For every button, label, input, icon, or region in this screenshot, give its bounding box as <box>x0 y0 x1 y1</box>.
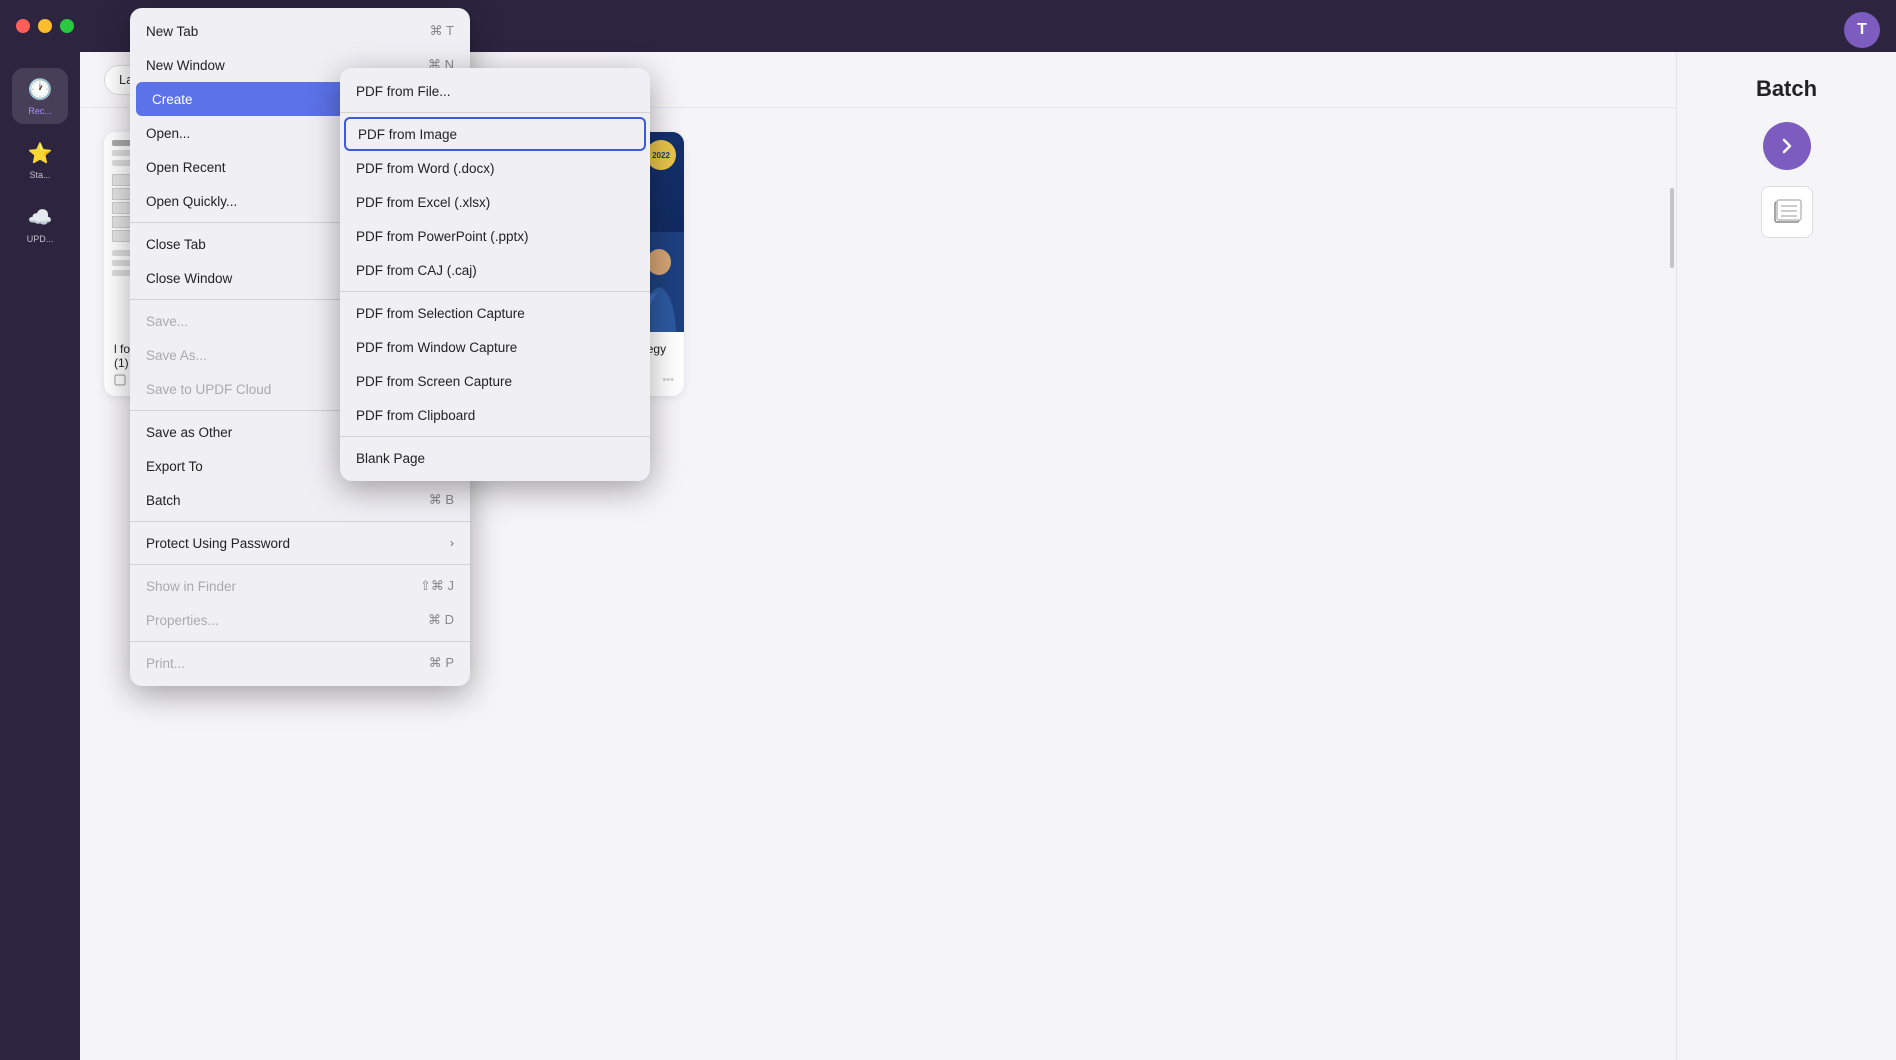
batch-arrow-button[interactable] <box>1763 122 1811 170</box>
scrollbar-thumb <box>1670 188 1674 268</box>
menu-label-batch: Batch <box>146 493 181 508</box>
menu-label-new-tab: New Tab <box>146 24 198 39</box>
menu-shortcut-properties: ⌘ D <box>428 612 454 628</box>
submenu-label-pdf-from-caj: PDF from CAJ (.caj) <box>356 263 477 278</box>
submenu-label-pdf-from-screen: PDF from Screen Capture <box>356 374 512 389</box>
sidebar-item-starred[interactable]: ⭐ Sta... <box>12 132 68 188</box>
menu-divider-6 <box>130 641 470 642</box>
submenu-pdf-from-excel[interactable]: PDF from Excel (.xlsx) <box>340 185 650 219</box>
menu-shortcut-new-tab: ⌘ T <box>430 23 454 39</box>
submenu-label-pdf-from-powerpoint: PDF from PowerPoint (.pptx) <box>356 229 529 244</box>
menu-label-save-as-other: Save as Other <box>146 425 232 440</box>
submenu-label-pdf-from-file: PDF from File... <box>356 84 451 99</box>
menu-item-properties: Properties... ⌘ D <box>130 603 470 637</box>
submenu-pdf-from-window[interactable]: PDF from Window Capture <box>340 330 650 364</box>
menu-shortcut-batch: ⌘ B <box>429 492 454 508</box>
traffic-lights <box>16 19 74 33</box>
submenu-pdf-from-word[interactable]: PDF from Word (.docx) <box>340 151 650 185</box>
submenu-pdf-from-powerpoint[interactable]: PDF from PowerPoint (.pptx) <box>340 219 650 253</box>
cloud-icon: ☁️ <box>28 205 53 230</box>
menu-label-close-window: Close Window <box>146 271 232 286</box>
menu-label-close-tab: Close Tab <box>146 237 206 252</box>
submenu-label-pdf-from-selection: PDF from Selection Capture <box>356 306 525 321</box>
submenu-blank-page[interactable]: Blank Page <box>340 441 650 475</box>
menu-label-show-finder: Show in Finder <box>146 579 236 594</box>
submenu-pdf-from-caj[interactable]: PDF from CAJ (.caj) <box>340 253 650 287</box>
scrollbar[interactable] <box>1668 168 1676 1060</box>
menu-item-protect-password[interactable]: Protect Using Password › <box>130 526 470 560</box>
minimize-button[interactable] <box>38 19 52 33</box>
batch-title: Batch <box>1756 76 1817 102</box>
sidebar-cloud-label: UPD... <box>27 234 54 244</box>
menu-item-print: Print... ⌘ P <box>130 646 470 680</box>
submenu-divider-1 <box>340 112 650 113</box>
sidebar-item-recent[interactable]: 🕐 Rec... <box>12 68 68 124</box>
menu-label-print: Print... <box>146 656 185 671</box>
menu-item-show-finder: Show in Finder ⇧⌘ J <box>130 569 470 603</box>
submenu-create: PDF from File... PDF from Image PDF from… <box>340 68 650 481</box>
submenu-label-pdf-from-window: PDF from Window Capture <box>356 340 517 355</box>
submenu-label-pdf-from-image: PDF from Image <box>358 127 457 142</box>
recent-icon: 🕐 <box>28 77 53 102</box>
menu-label-save-updf-cloud: Save to UPDF Cloud <box>146 382 271 397</box>
avatar[interactable]: T <box>1844 12 1880 48</box>
submenu-divider-2 <box>340 291 650 292</box>
menu-label-properties: Properties... <box>146 613 219 628</box>
menu-divider-5 <box>130 564 470 565</box>
menu-shortcut-print: ⌘ P <box>429 655 454 671</box>
menu-label-open-quickly: Open Quickly... <box>146 194 237 209</box>
menu-shortcut-show-finder: ⇧⌘ J <box>420 578 454 594</box>
menu-label-save-as: Save As... <box>146 348 207 363</box>
submenu-label-pdf-from-clipboard: PDF from Clipboard <box>356 408 475 423</box>
menu-label-open: Open... <box>146 126 190 141</box>
close-button[interactable] <box>16 19 30 33</box>
submenu-pdf-from-screen[interactable]: PDF from Screen Capture <box>340 364 650 398</box>
menu-label-create: Create <box>152 92 193 107</box>
menu-divider-4 <box>130 521 470 522</box>
submenu-label-blank-page: Blank Page <box>356 451 425 466</box>
sidebar-recent-label: Rec... <box>28 106 52 116</box>
menu-label-export-to: Export To <box>146 459 203 474</box>
maximize-button[interactable] <box>60 19 74 33</box>
submenu-pdf-from-file[interactable]: PDF from File... <box>340 74 650 108</box>
submenu-divider-3 <box>340 436 650 437</box>
sidebar-item-cloud[interactable]: ☁️ UPD... <box>12 196 68 252</box>
submenu-pdf-from-clipboard[interactable]: PDF from Clipboard <box>340 398 650 432</box>
submenu-pdf-from-image[interactable]: PDF from Image <box>344 117 646 151</box>
menu-arrow-protect-password: › <box>450 536 454 550</box>
submenu-pdf-from-selection[interactable]: PDF from Selection Capture <box>340 296 650 330</box>
menu-label-protect-password: Protect Using Password <box>146 536 290 551</box>
starred-icon: ⭐ <box>28 141 53 166</box>
submenu-label-pdf-from-excel: PDF from Excel (.xlsx) <box>356 195 490 210</box>
batch-stack-icon <box>1761 186 1813 238</box>
menu-label-new-window: New Window <box>146 58 225 73</box>
menu-item-new-tab[interactable]: New Tab ⌘ T <box>130 14 470 48</box>
submenu-label-pdf-from-word: PDF from Word (.docx) <box>356 161 495 176</box>
menu-item-batch[interactable]: Batch ⌘ B <box>130 483 470 517</box>
menu-label-save: Save... <box>146 314 188 329</box>
menu-label-open-recent: Open Recent <box>146 160 226 175</box>
sidebar: 🕐 Rec... ⭐ Sta... ☁️ UPD... <box>0 52 80 1060</box>
right-panel-batch: Batch <box>1676 52 1896 1060</box>
sidebar-starred-label: Sta... <box>29 170 50 180</box>
